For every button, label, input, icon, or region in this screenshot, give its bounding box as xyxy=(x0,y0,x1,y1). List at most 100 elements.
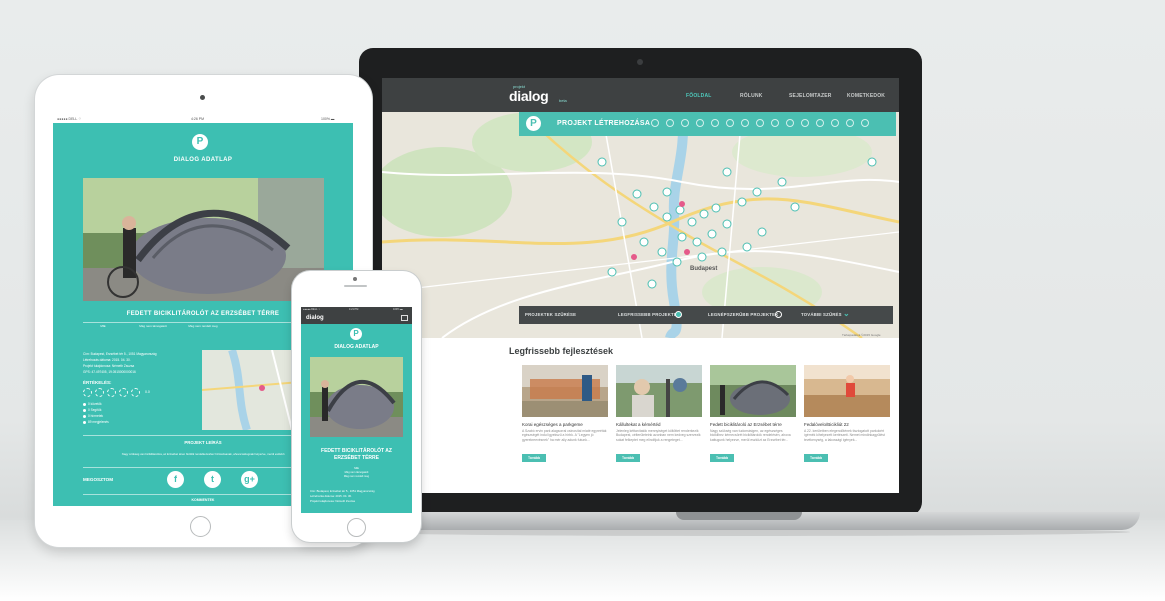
project-created: Létrehozás dátuma: 2015. 04. 30. xyxy=(83,358,131,362)
filter-popular-radio[interactable] xyxy=(775,311,782,318)
rating-star-icon[interactable] xyxy=(95,388,104,397)
step-dot[interactable] xyxy=(771,119,779,127)
filter-more-button[interactable]: TOVÁBBI SZŰRÉS xyxy=(801,312,842,317)
project-map[interactable]: Budapest P PROJEKT LÉTREHOZÁSA PROJEKTEK… xyxy=(382,112,899,338)
project-photo xyxy=(310,357,403,437)
facebook-icon[interactable]: f xyxy=(167,471,184,488)
project-card-image xyxy=(522,365,608,417)
card-more-button[interactable]: Tovább xyxy=(804,454,829,462)
rating-star-icon[interactable] xyxy=(107,388,116,397)
step-dot[interactable] xyxy=(801,119,809,127)
step-dot[interactable] xyxy=(711,119,719,127)
laptop-lid: projekt dialog beta FŐOLDAL RÓLUNK SEJEL… xyxy=(359,48,922,516)
step-dot[interactable] xyxy=(756,119,764,127)
chevron-down-icon[interactable]: ⌄ xyxy=(843,309,850,318)
step-dot[interactable] xyxy=(786,119,794,127)
step-dot[interactable] xyxy=(831,119,839,127)
step-dot[interactable] xyxy=(816,119,824,127)
page-title: DIALOG ADATLAP xyxy=(334,344,379,350)
nav-about[interactable]: RÓLUNK xyxy=(740,93,763,99)
nav-home[interactable]: FŐOLDAL xyxy=(686,93,712,99)
laptop-camera xyxy=(637,59,643,65)
twitter-icon[interactable]: t xyxy=(204,471,221,488)
divider xyxy=(83,322,324,323)
legend-dot-icon xyxy=(83,408,86,412)
step-dot[interactable] xyxy=(741,119,749,127)
legend-dot-icon xyxy=(83,414,86,418)
filter-latest-radio[interactable] xyxy=(675,311,682,318)
phone-navbar: dialog xyxy=(301,313,412,324)
phone-speaker xyxy=(344,285,367,287)
project-photo xyxy=(83,178,324,301)
stat-label: MIE xyxy=(354,467,359,470)
dialog-p-icon: P xyxy=(192,134,208,150)
project-card[interactable]: Korai egészséges a parkgeme A Szabó ervi… xyxy=(522,365,608,464)
step-dot[interactable] xyxy=(696,119,704,127)
step-dot[interactable] xyxy=(861,119,869,127)
rating-value: 0.0 xyxy=(145,390,150,394)
project-address: Cím: Budapest, Erzsébet tér 5., 1051 Mag… xyxy=(83,352,157,356)
project-card[interactable]: Kállultekat a kémértéd Jelenleg kéttanít… xyxy=(616,365,702,464)
menu-icon[interactable] xyxy=(401,315,408,321)
rating-star-icon[interactable] xyxy=(83,388,92,397)
project-card-title: Fedalóvelo/Bicikliút 22 xyxy=(804,422,849,427)
project-card[interactable]: Fedett biciklitároló az Erzsébet térre N… xyxy=(710,365,796,464)
phone-screen: ●●●●● DELL ⌔ 4:21 PM 100% ▬ dialog P DIA… xyxy=(301,307,412,513)
rating-star-icon[interactable] xyxy=(131,388,140,397)
filter-latest-option[interactable]: LEGFRISSEBB PROJEKTEK xyxy=(618,312,680,317)
filter-label: PROJEKTEK SZŰRÉSE xyxy=(525,312,577,317)
google-plus-icon[interactable]: g+ xyxy=(241,471,258,488)
rating-star-icon[interactable] xyxy=(119,388,128,397)
project-card-image xyxy=(710,365,796,417)
tablet-camera xyxy=(200,95,205,100)
description-text: Nagy szükség van biciklitárolóra, az Erz… xyxy=(121,452,286,456)
latest-developments-title: Legfrissebb fejlesztések xyxy=(509,346,614,356)
phone-device: ●●●●● DELL ⌔ 4:21 PM 100% ▬ dialog P DIA… xyxy=(292,271,421,542)
site-logo[interactable]: dialog xyxy=(306,315,324,321)
divider xyxy=(83,467,324,468)
stat-label: Még nem támogatott xyxy=(139,324,167,328)
filter-popular-option[interactable]: LEGNÉPSZERŰBB PROJEKTEK xyxy=(708,312,779,317)
project-card-title: Fedett biciklitároló az Erzsébet térre xyxy=(710,422,782,427)
divider xyxy=(83,494,324,495)
step-dot[interactable] xyxy=(681,119,689,127)
card-more-button[interactable]: Tovább xyxy=(616,454,641,462)
project-card-desc: A 22. kerületben elegendőtének tisztogat… xyxy=(804,429,885,442)
step-dot[interactable] xyxy=(726,119,734,127)
stat-label: Még nem rendelt meg xyxy=(343,475,370,478)
nav-third[interactable]: SEJELOMTAZER xyxy=(789,93,832,99)
map-credit: Térképadatok ©2015 Google xyxy=(842,333,881,337)
dialog-p-icon: P xyxy=(350,328,362,340)
step-dot[interactable] xyxy=(846,119,854,127)
legend-item: 89 megjelenés xyxy=(83,420,109,424)
project-card-title: Kállultekat a kémértéd xyxy=(616,422,661,427)
create-project-banner[interactable]: P PROJEKT LÉTREHOZÁSA xyxy=(519,112,896,136)
rating-label: ÉRTÉKELÉS: xyxy=(83,380,112,385)
tablet-home-button[interactable] xyxy=(190,516,211,537)
project-created: Létrehozás dátuma: 2015. 04. 30. xyxy=(310,494,352,498)
nav-fourth[interactable]: KOMETKEDOK xyxy=(847,93,885,99)
project-address: Cím: Budapest, Erzsébet tér 5., 1051 Mag… xyxy=(310,489,375,493)
project-gps: GPS: 47.497405, 19.0515000000016 xyxy=(83,370,136,374)
laptop-notch xyxy=(676,512,802,520)
site-navbar: projekt dialog beta FŐOLDAL RÓLUNK SEJEL… xyxy=(382,78,899,112)
page-title: DIALOG ADATLAP xyxy=(173,157,233,163)
status-carrier: ●●●●● DELL ⌔ xyxy=(303,308,321,311)
project-card-desc: Nagy szükség van tudomásigen, az egészsé… xyxy=(710,429,791,442)
map-graphic xyxy=(382,112,899,338)
divider xyxy=(83,435,324,436)
step-dot[interactable] xyxy=(651,119,659,127)
card-more-button[interactable]: Tovább xyxy=(522,454,547,462)
create-project-title: PROJEKT LÉTREHOZÁSA xyxy=(557,120,651,127)
site-logo[interactable]: dialog xyxy=(509,88,549,104)
step-dot[interactable] xyxy=(666,119,674,127)
product-mockup-scene: projekt dialog beta FŐOLDAL RÓLUNK SEJEL… xyxy=(0,0,1165,601)
project-card-title: Korai egészséges a parkgeme xyxy=(522,422,583,427)
project-title: FEDETT BICIKLITÁROLÓT AZ ERZSÉBET TÉRRE xyxy=(321,448,392,461)
project-card[interactable]: Fedalóvelo/Bicikliút 22 A 22. kerületben… xyxy=(804,365,890,464)
card-more-button[interactable]: Tovább xyxy=(710,454,735,462)
phone-home-button[interactable] xyxy=(347,518,366,537)
legend-dot-icon xyxy=(83,420,86,424)
project-card-desc: Jelenleg kéttanítatók mennyiséget költöt… xyxy=(616,429,701,442)
legend-dot-icon xyxy=(83,402,86,406)
